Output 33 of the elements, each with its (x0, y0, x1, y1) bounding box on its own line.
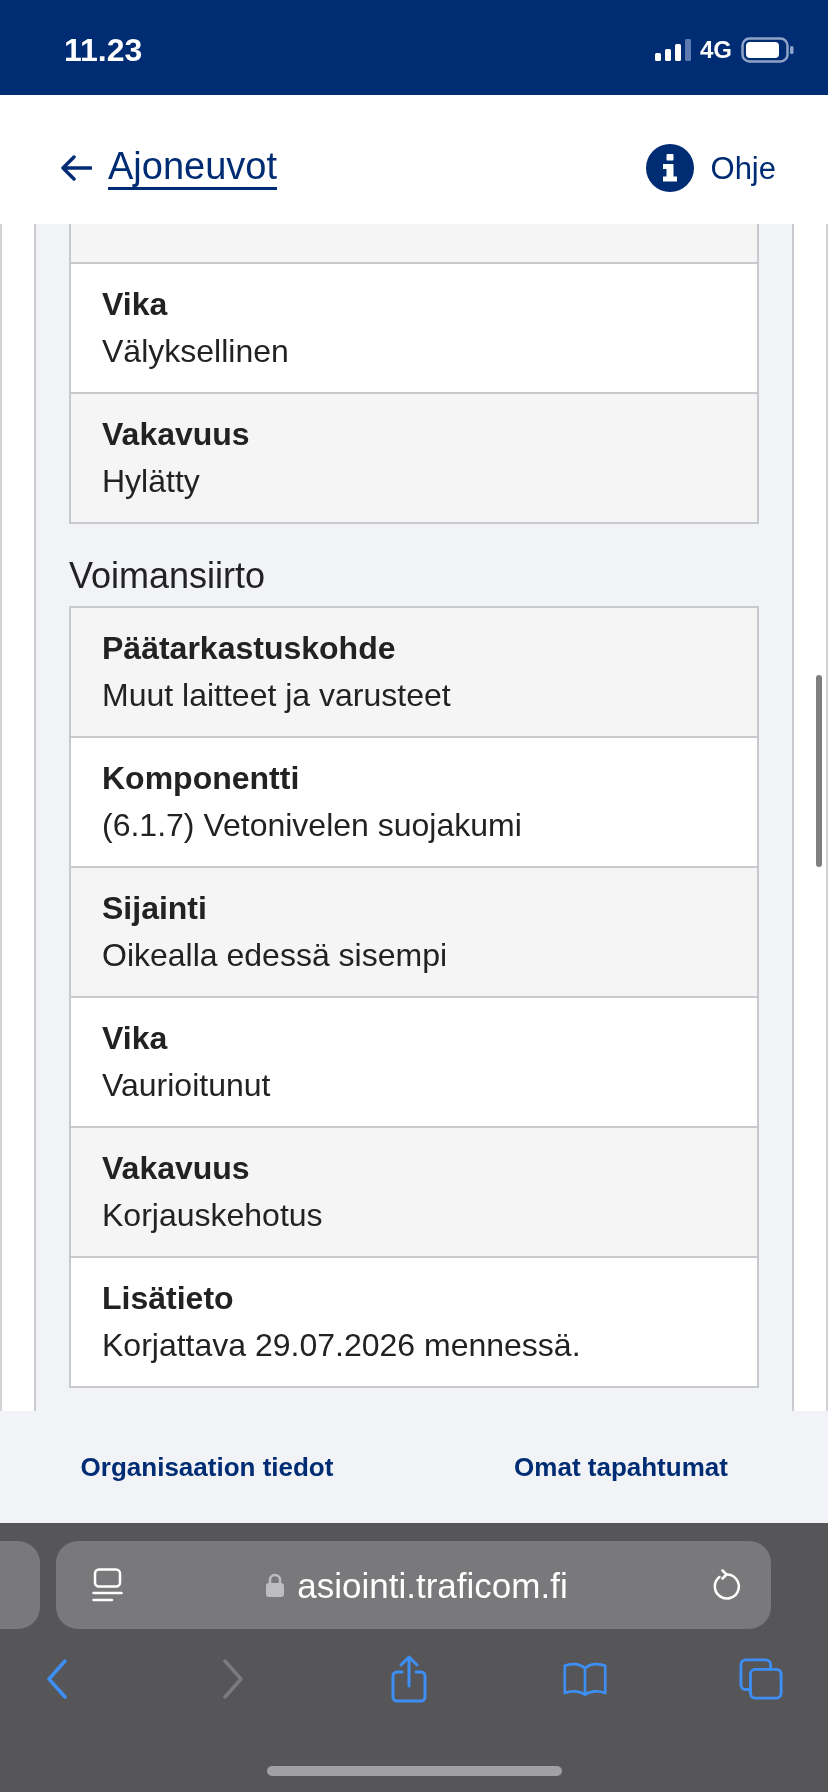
back-link[interactable]: Ajoneuvot (60, 147, 277, 189)
address-bar[interactable]: asiointi.traficom.fi (56, 1541, 771, 1629)
previous-tab-preview[interactable] (0, 1541, 40, 1629)
help-link[interactable]: Ohje (645, 144, 776, 192)
field-label: Lisätieto (102, 1279, 234, 1318)
field-value: Korjattava 29.07.2026 mennessä. (102, 1326, 581, 1365)
clock-time: 11.23 (64, 34, 143, 66)
section-heading: Voimansiirto (69, 554, 266, 598)
field-value: Vaurioitunut (102, 1066, 271, 1105)
field-label: Vakavuus (102, 415, 250, 454)
reload-icon[interactable] (711, 1568, 742, 1602)
field-value: Korjauskehotus (102, 1196, 323, 1235)
field-label: Päätarkastuskohde (102, 629, 396, 668)
back-arrow-icon (60, 155, 92, 181)
signal-icon (655, 39, 691, 61)
url-text: asiointi.traficom.fi (297, 1567, 568, 1603)
field-value: Oikealla edessä sisempi (102, 936, 448, 975)
footer-link[interactable]: Organisaation tiedot (80, 1454, 334, 1480)
field-value: (6.1.7) Vetonivelen suojakumi (102, 806, 522, 845)
field-value: Muut laitteet ja varusteet (102, 676, 451, 715)
field-label: Vika (102, 285, 168, 324)
footer-link[interactable]: Omat tapahtumat (514, 1454, 728, 1480)
network-label: 4G (700, 38, 732, 62)
reader-icon[interactable] (92, 1568, 123, 1602)
field-label: Vika (102, 1019, 168, 1058)
field-value: Välyksellinen (102, 332, 289, 371)
field-label: Vakavuus (102, 1149, 250, 1188)
field-label: Sijainti (102, 889, 207, 928)
info-icon (645, 144, 694, 192)
lock-icon (266, 1573, 285, 1597)
field-label: Komponentti (102, 759, 300, 798)
battery-icon (741, 37, 794, 63)
field-value: Hylätty (102, 462, 200, 501)
